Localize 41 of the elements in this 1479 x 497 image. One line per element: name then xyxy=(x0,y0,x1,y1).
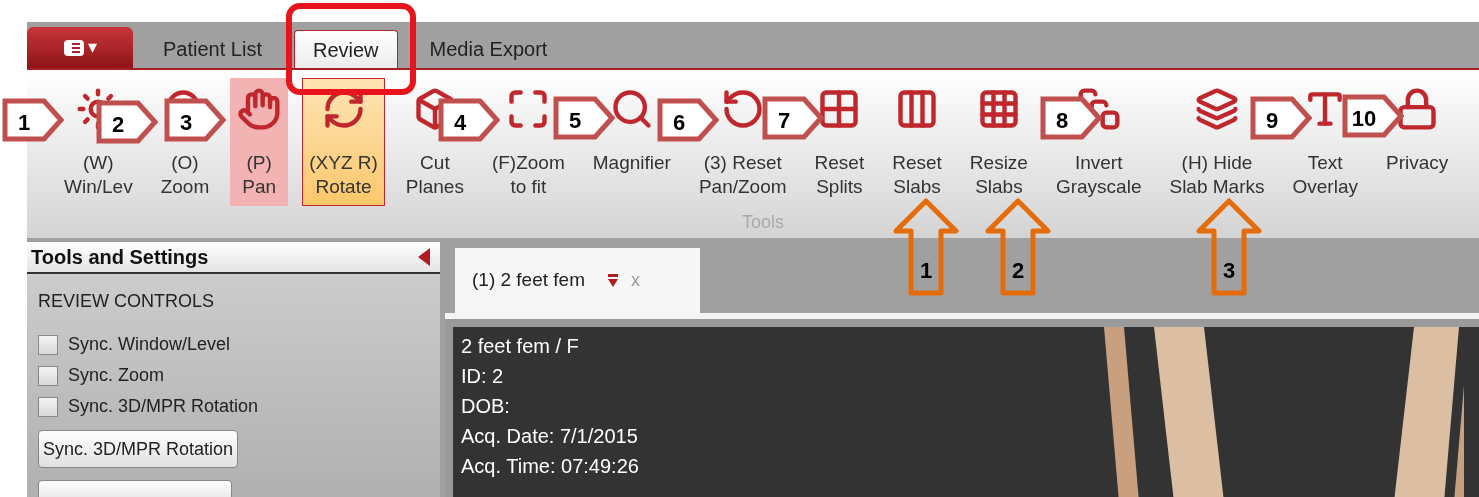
callout-arrow: 3 xyxy=(1196,198,1262,296)
callout-marker: 1 xyxy=(2,98,64,142)
overlay-text: DOB: xyxy=(461,394,511,419)
tool-button[interactable]: (XYZ R) Rotate xyxy=(302,78,385,206)
hand-icon xyxy=(237,87,282,131)
checkbox-label: Sync. 3D/MPR Rotation xyxy=(68,395,259,418)
checkbox-label: Sync. Zoom xyxy=(68,364,165,387)
callout-marker: 2 xyxy=(96,100,158,144)
tab-title: (1) 2 feet fem xyxy=(472,268,585,293)
callout-marker: 3 xyxy=(164,98,226,142)
callout-marker: 7 xyxy=(762,96,824,140)
ribbon-tab[interactable]: Patient List xyxy=(145,30,280,68)
callout-arrow: 2 xyxy=(985,198,1051,296)
callout-arrow: 1 xyxy=(893,198,959,296)
app-menu-button[interactable]: ▾ xyxy=(27,27,133,68)
menu-list-icon xyxy=(63,39,84,56)
callout-marker: 6 xyxy=(657,98,719,142)
tool-button[interactable]: (P) Pan xyxy=(230,78,289,206)
panel-title: Tools and Settings xyxy=(31,245,209,270)
viewer-tab[interactable]: (1) 2 feet fem x xyxy=(455,248,700,313)
overlay-text: Acq. Date: 7/1/2015 xyxy=(461,424,639,449)
checkbox[interactable] xyxy=(38,365,58,386)
callout-marker: 9 xyxy=(1250,96,1312,140)
sync-button[interactable]: Sync. 3D/MPR Rotation xyxy=(38,430,239,468)
callout-marker: 10 xyxy=(1342,94,1404,138)
checkbox-label: Sync. Window/Level xyxy=(68,333,231,356)
collapse-triangle-icon[interactable] xyxy=(418,248,430,266)
checkbox[interactable] xyxy=(38,396,58,417)
layers-icon xyxy=(1195,87,1239,131)
partial-button[interactable] xyxy=(38,480,232,497)
section-label: REVIEW CONTROLS xyxy=(38,290,216,313)
overlay-text: Acq. Time: 07:49:26 xyxy=(461,454,639,479)
overlay-text: 2 feet fem / F xyxy=(461,334,580,359)
overlay-text: ID: 2 xyxy=(461,364,505,389)
ribbon-tab[interactable]: Media Export xyxy=(411,30,566,68)
callout-marker: 4 xyxy=(438,98,500,142)
pin-icon[interactable] xyxy=(607,273,619,288)
checkbox[interactable] xyxy=(38,334,58,355)
ribbon-tab[interactable]: Review xyxy=(293,30,398,68)
callout-marker: 8 xyxy=(1040,96,1102,140)
callout-marker: 5 xyxy=(553,96,615,140)
